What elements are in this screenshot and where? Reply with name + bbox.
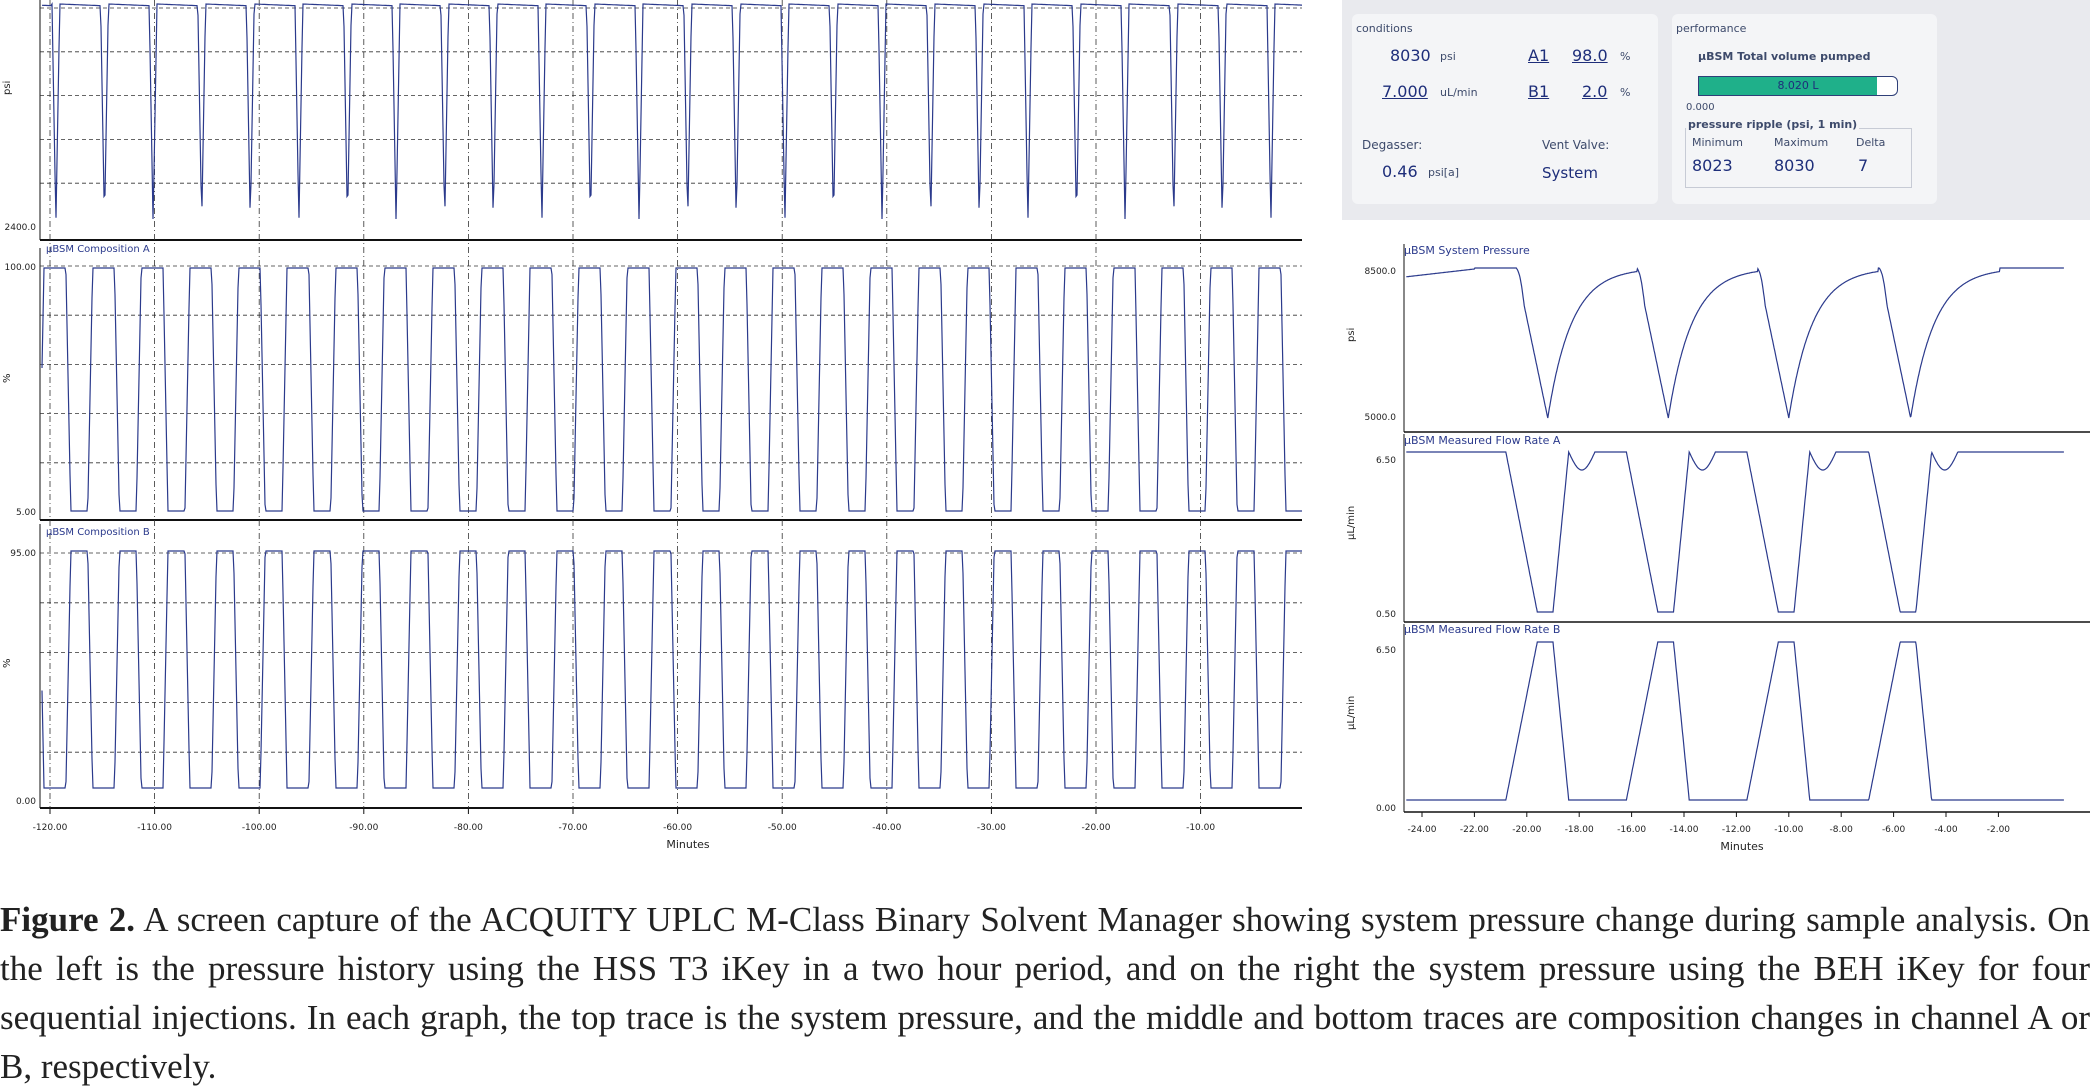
ripple-max-label: Maximum	[1774, 136, 1829, 149]
ripple-delta-label: Delta	[1856, 136, 1886, 149]
left-x-tick-label: -70.00	[558, 823, 587, 833]
left-x-tick-label: -120.00	[33, 823, 68, 833]
right-pressure-y-bottom-label: 5000.0	[1365, 413, 1397, 423]
right-x-tick-label: -6.00	[1882, 825, 1906, 835]
left-x-tick-label: -40.00	[872, 823, 901, 833]
left-comp-b-title: µBSM Composition B	[46, 527, 150, 538]
right-detail-chart: -24.00 -22.00 -20.00 -18.00 -16.00 -14.00 -12.…	[1342, 220, 2090, 852]
right-flow-a-title: µBSM Measured Flow Rate A	[1404, 434, 1561, 447]
right-x-tick-label: -12.00	[1722, 825, 1751, 835]
right-x-tick-label: -4.00	[1934, 825, 1958, 835]
volume-progress-text: 8.020 L	[1777, 79, 1819, 92]
solvent-a-unit: %	[1620, 50, 1631, 63]
left-comp-b-y-axis-label: %	[2, 658, 13, 668]
left-comp-b-y-bottom-label: 0.00	[16, 797, 36, 807]
pressure-value: 8030	[1390, 46, 1431, 65]
ripple-title: pressure ripple (psi, 1 min)	[1686, 118, 1860, 131]
degasser-value: 0.46	[1382, 162, 1418, 181]
solvent-b-unit: %	[1620, 86, 1631, 99]
left-comp-a-title: µBSM Composition A	[46, 244, 150, 255]
left-x-tick-label: -80.00	[454, 823, 483, 833]
degasser-unit: psi[a]	[1428, 166, 1460, 179]
left-history-panel: -120.00 -110.00 -100.00 -90.00 -80.00 -70.00 -…	[0, 0, 1305, 852]
left-comp-a-y-bottom-label: 5.00	[16, 508, 36, 518]
left-x-tick-label: -90.00	[349, 823, 378, 833]
pressure-unit: psi	[1440, 50, 1456, 63]
right-x-tick-label: -22.00	[1460, 825, 1489, 835]
right-x-tick-label: -14.00	[1669, 825, 1698, 835]
caption-label: Figure 2.	[0, 900, 135, 939]
vent-valve-label: Vent Valve:	[1542, 138, 1610, 152]
volume-progress-bar: 8.020 L	[1698, 76, 1898, 96]
right-flow-b-title: µBSM Measured Flow Rate B	[1404, 623, 1560, 636]
degasser-label: Degasser:	[1362, 138, 1423, 152]
left-x-axis-label: Minutes	[666, 838, 710, 851]
left-x-tick-label: -30.00	[977, 823, 1006, 833]
conditions-box: conditions 8030 psi 7.000 uL/min A1 98.0…	[1352, 14, 1658, 204]
right-x-tick-label: -18.00	[1565, 825, 1594, 835]
left-pressure-y-axis-label: psi	[2, 81, 13, 95]
right-x-tick-label: -16.00	[1617, 825, 1646, 835]
flow-unit: uL/min	[1440, 86, 1478, 99]
right-pressure-y-top-label: 8500.0	[1365, 267, 1397, 277]
right-flow-b-y-bottom-label: 0.00	[1376, 804, 1396, 814]
left-x-tick-label: -50.00	[768, 823, 797, 833]
left-comp-a-y-top-label: 100.00	[5, 263, 37, 273]
left-comp-b-y-top-label: 95.00	[10, 549, 36, 559]
solvent-b-link[interactable]: B1	[1528, 82, 1549, 101]
panel-separator	[1305, 0, 1342, 852]
solvent-a-value[interactable]: 98.0	[1572, 46, 1608, 65]
right-pressure-y-axis-label: psi	[1346, 328, 1357, 342]
right-pressure-title: µBSM System Pressure	[1404, 244, 1530, 257]
left-history-chart: -120.00 -110.00 -100.00 -90.00 -80.00 -70.00 -…	[0, 0, 1305, 852]
right-flow-a-y-bottom-label: 0.50	[1376, 610, 1396, 620]
right-x-tick-label: -2.00	[1987, 825, 2011, 835]
right-flow-b-y-axis-label: µL/min	[1346, 696, 1357, 730]
ripple-delta-value: 7	[1858, 156, 1869, 175]
solvent-b-value[interactable]: 2.0	[1582, 82, 1607, 101]
right-detail-panel: conditions 8030 psi 7.000 uL/min A1 98.0…	[1342, 0, 2090, 852]
ripple-min-label: Minimum	[1692, 136, 1743, 149]
left-x-tick-label: -20.00	[1081, 823, 1110, 833]
left-x-tick-label: -60.00	[663, 823, 692, 833]
performance-box: performance µBSM Total volume pumped 8.0…	[1672, 14, 1937, 204]
right-x-tick-label: -8.00	[1830, 825, 1854, 835]
right-x-tick-label: -20.00	[1512, 825, 1541, 835]
ripple-max-value: 8030	[1774, 156, 1815, 175]
left-pressure-y-bottom-label: 2400.0	[5, 223, 37, 233]
right-x-tick-label: -24.00	[1407, 825, 1436, 835]
vent-valve-value: System	[1542, 164, 1598, 182]
right-flow-a-y-axis-label: µL/min	[1346, 506, 1357, 540]
left-x-tick-label: -10.00	[1186, 823, 1215, 833]
performance-title: performance	[1676, 22, 1747, 35]
status-area: conditions 8030 psi 7.000 uL/min A1 98.0…	[1342, 0, 2090, 220]
right-x-tick-label: -10.00	[1774, 825, 1803, 835]
ripple-min-value: 8023	[1692, 156, 1733, 175]
left-x-tick-label: -110.00	[137, 823, 172, 833]
left-comp-a-y-axis-label: %	[2, 373, 13, 383]
volume-label: µBSM Total volume pumped	[1698, 50, 1871, 63]
conditions-title: conditions	[1356, 22, 1413, 35]
volume-scale-min: 0.000	[1686, 102, 1715, 113]
figure-caption: Figure 2. A screen capture of the ACQUIT…	[0, 895, 2090, 1091]
solvent-a-link[interactable]: A1	[1528, 46, 1549, 65]
right-x-axis-label: Minutes	[1720, 840, 1764, 852]
left-x-tick-label: -100.00	[242, 823, 277, 833]
caption-text: A screen capture of the ACQUITY UPLC M-C…	[0, 900, 2090, 1086]
right-flow-a-y-top-label: 6.50	[1376, 456, 1396, 466]
flow-value[interactable]: 7.000	[1382, 82, 1428, 101]
right-flow-b-y-top-label: 6.50	[1376, 646, 1396, 656]
